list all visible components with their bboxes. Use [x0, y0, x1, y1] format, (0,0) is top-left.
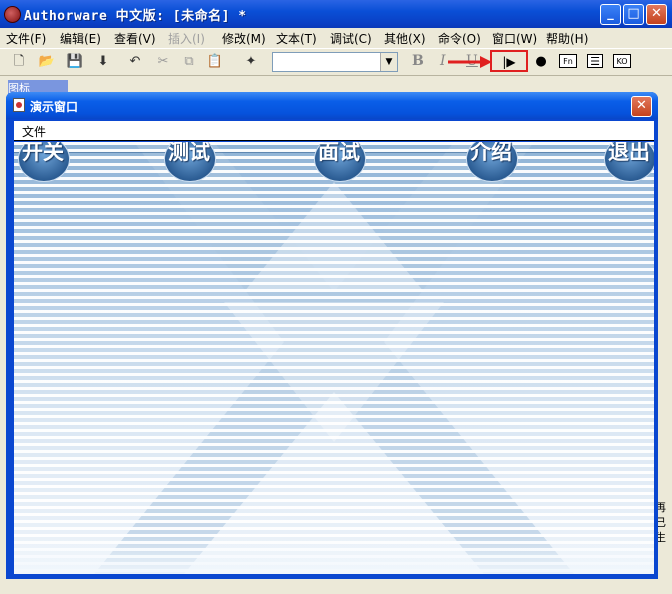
- nav-button-5[interactable]: 退出: [600, 142, 654, 182]
- chevron-down-icon[interactable]: ▼: [380, 53, 397, 71]
- main-window: Authorware 中文版: [未命名] * _ □ ✕ 文件(F) 编辑(E…: [0, 0, 672, 594]
- nav-button-1[interactable]: 开关: [14, 142, 70, 182]
- menu-insert[interactable]: 插入(I): [168, 30, 205, 47]
- menu-edit[interactable]: 编辑(E): [60, 30, 101, 47]
- menu-text[interactable]: 文本(T): [276, 30, 317, 47]
- menu-other[interactable]: 其他(X): [384, 30, 426, 47]
- authorware-logo-icon: [4, 6, 21, 23]
- find-icon[interactable]: ✦: [242, 53, 260, 71]
- italic-button[interactable]: I: [440, 53, 446, 69]
- close-button[interactable]: ✕: [646, 4, 667, 25]
- minimize-button[interactable]: _: [600, 4, 621, 25]
- presentation-window: 演示窗口 ✕ 文件 开关 测试 面试 介绍 退出: [6, 92, 658, 579]
- bold-button[interactable]: B: [412, 53, 424, 69]
- menu-help[interactable]: 帮助(H): [546, 30, 588, 47]
- nav-button-4[interactable]: 介绍: [462, 142, 518, 182]
- menu-bar: 文件(F) 编辑(E) 查看(V) 插入(I) 修改(M) 文本(T) 调试(C…: [0, 28, 672, 48]
- presentation-menu-bar: 文件: [14, 121, 654, 141]
- presentation-menu-file[interactable]: 文件: [22, 123, 46, 140]
- paste-icon[interactable]: 📋: [206, 53, 224, 71]
- presentation-stage: 开关 测试 面试 介绍 退出: [14, 142, 654, 574]
- window-title: Authorware 中文版: [未命名] *: [24, 9, 247, 24]
- nav-button-label: 退出: [608, 142, 650, 164]
- presentation-window-icon: [13, 98, 25, 112]
- menu-debug[interactable]: 调试(C): [330, 30, 372, 47]
- nav-button-label: 测试: [168, 142, 210, 164]
- annotation-highlight-box: [490, 50, 528, 72]
- variables-icon[interactable]: ☰: [587, 54, 603, 68]
- presentation-close-button[interactable]: ✕: [631, 96, 652, 117]
- import-icon[interactable]: ⬇: [94, 53, 112, 71]
- transition-stripes: [14, 142, 654, 574]
- menu-view[interactable]: 查看(V): [114, 30, 156, 47]
- toolbar: 🗋 📂 💾 ⬇ ↶ ✂ ⧉ 📋 ✦ ▼ B I U |▶ ● Fn ☰ KO: [0, 48, 672, 76]
- copy-icon[interactable]: ⧉: [180, 53, 198, 71]
- stage-bottom-fade: [14, 537, 654, 574]
- nav-button-label: 开关: [22, 142, 64, 164]
- control-panel-icon[interactable]: ●: [532, 53, 550, 71]
- main-titlebar: Authorware 中文版: [未命名] * _ □ ✕: [0, 0, 672, 28]
- nav-button-label: 介绍: [470, 142, 512, 164]
- knowledge-object-button[interactable]: KO: [613, 54, 631, 68]
- menu-modify[interactable]: 修改(M): [222, 30, 266, 47]
- nav-button-label: 面试: [318, 142, 360, 164]
- presentation-title: 演示窗口: [30, 100, 79, 114]
- menu-window[interactable]: 窗口(W): [492, 30, 537, 47]
- maximize-button[interactable]: □: [623, 4, 644, 25]
- menu-command[interactable]: 命令(O): [438, 30, 481, 47]
- undo-icon[interactable]: ↶: [126, 53, 144, 71]
- new-file-icon[interactable]: 🗋: [10, 53, 28, 71]
- nav-button-3[interactable]: 面试: [310, 142, 366, 182]
- menu-file[interactable]: 文件(F): [6, 30, 46, 47]
- function-window-button[interactable]: Fn: [559, 54, 577, 68]
- annotation-arrow-icon: [448, 56, 492, 68]
- save-all-icon[interactable]: 💾: [66, 53, 84, 71]
- text-style-combo[interactable]: ▼: [272, 52, 398, 72]
- nav-button-2[interactable]: 测试: [160, 142, 216, 182]
- presentation-titlebar[interactable]: 演示窗口 ✕: [6, 92, 658, 119]
- cut-icon[interactable]: ✂: [154, 53, 172, 71]
- open-file-icon[interactable]: 📂: [38, 53, 56, 71]
